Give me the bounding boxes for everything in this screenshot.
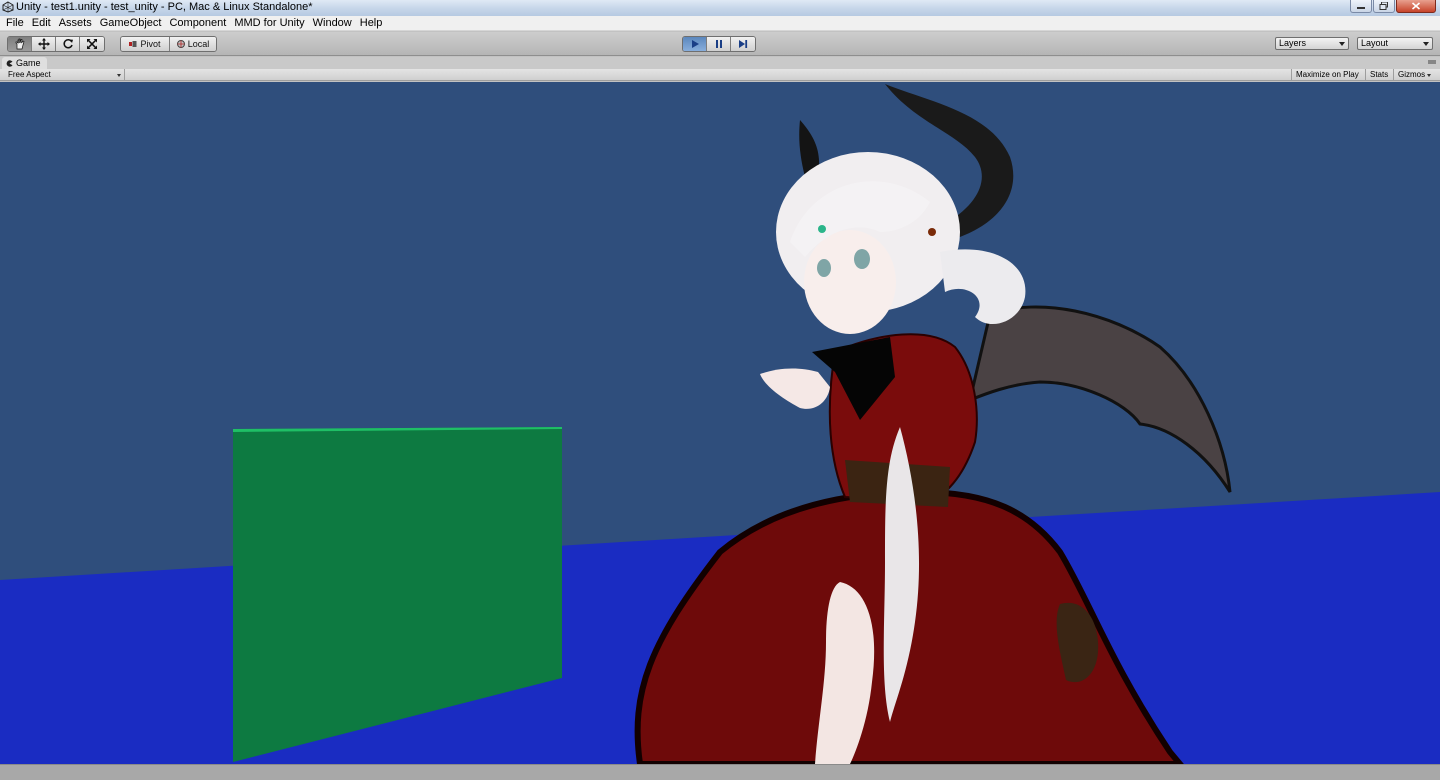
game-scene — [0, 82, 1440, 764]
menu-window[interactable]: Window — [309, 16, 356, 30]
pivot-label: Pivot — [140, 39, 161, 49]
maximize-on-play-toggle[interactable]: Maximize on Play — [1291, 69, 1365, 81]
pause-icon — [715, 40, 722, 48]
play-icon — [691, 40, 699, 48]
tab-game[interactable]: Game — [2, 57, 47, 69]
window-title-bar: Unity - test1.unity - test_unity - PC, M… — [0, 0, 1440, 16]
step-button[interactable] — [731, 37, 755, 51]
chevron-down-icon — [1339, 42, 1345, 46]
character-face — [804, 230, 896, 334]
unity-logo-icon — [2, 1, 14, 13]
pivot-icon — [129, 41, 137, 47]
menu-edit[interactable]: Edit — [28, 16, 55, 30]
minimize-icon — [1357, 7, 1365, 9]
menu-help[interactable]: Help — [356, 16, 387, 30]
gizmos-label: Gizmos — [1398, 70, 1426, 79]
layers-label: Layers — [1279, 38, 1307, 48]
local-toggle-button[interactable]: Local — [170, 37, 216, 51]
move-tool-button[interactable] — [32, 37, 56, 51]
pivot-toggle-button[interactable]: Pivot — [121, 37, 170, 51]
close-icon — [1411, 2, 1421, 10]
menu-component[interactable]: Component — [165, 16, 230, 30]
minimize-button[interactable] — [1350, 0, 1372, 13]
local-label: Local — [187, 39, 210, 49]
main-toolbar: Pivot Local — [0, 32, 1440, 56]
window-title: Unity - test1.unity - test_unity - PC, M… — [16, 1, 313, 13]
chevron-down-icon — [1423, 42, 1429, 46]
menu-mmd-for-unity[interactable]: MMD for Unity — [230, 16, 308, 30]
panel-menu-icon[interactable] — [1428, 59, 1436, 66]
game-view-viewport[interactable] — [0, 82, 1440, 764]
chevron-down-icon — [1427, 74, 1431, 77]
rotate-tool-button[interactable] — [56, 37, 80, 51]
hair-ornament — [928, 228, 936, 236]
play-controls — [682, 36, 756, 52]
status-bar — [0, 764, 1440, 780]
menu-assets[interactable]: Assets — [55, 16, 96, 30]
pause-button[interactable] — [707, 37, 731, 51]
character-eye — [817, 259, 831, 277]
rotate-icon — [62, 39, 73, 49]
layers-dropdown[interactable]: Layers — [1275, 37, 1349, 50]
scale-icon — [87, 39, 97, 49]
menu-bar: File Edit Assets GameObject Component MM… — [0, 16, 1440, 31]
hand-icon — [15, 38, 24, 50]
game-pacman-icon — [6, 59, 13, 67]
chevron-down-icon — [117, 74, 121, 77]
close-button[interactable] — [1396, 0, 1436, 13]
restore-button[interactable] — [1373, 0, 1395, 13]
restore-icon — [1379, 2, 1388, 10]
aspect-label: Free Aspect — [8, 70, 51, 79]
scale-tool-button[interactable] — [80, 37, 104, 51]
menu-file[interactable]: File — [2, 16, 28, 30]
pivot-toggle-group: Pivot Local — [120, 36, 217, 52]
game-view-toolbar: Free Aspect Maximize on Play Stats Gizmo… — [0, 69, 1440, 81]
character-eye — [854, 249, 870, 269]
game-tab-bar: Game — [0, 57, 1440, 69]
tiara-gem — [818, 225, 826, 233]
gizmos-dropdown[interactable]: Gizmos — [1393, 69, 1433, 81]
aspect-ratio-dropdown[interactable]: Free Aspect — [4, 69, 125, 81]
stats-toggle[interactable]: Stats — [1365, 69, 1393, 81]
layout-dropdown[interactable]: Layout — [1357, 37, 1433, 50]
layout-label: Layout — [1361, 38, 1389, 48]
step-icon — [739, 40, 748, 48]
play-button[interactable] — [683, 37, 707, 51]
local-icon — [176, 40, 185, 48]
move-icon — [37, 38, 50, 50]
tab-game-label: Game — [16, 58, 41, 68]
menu-gameobject[interactable]: GameObject — [96, 16, 166, 30]
transform-tools — [7, 36, 105, 52]
hand-tool-button[interactable] — [8, 37, 32, 51]
